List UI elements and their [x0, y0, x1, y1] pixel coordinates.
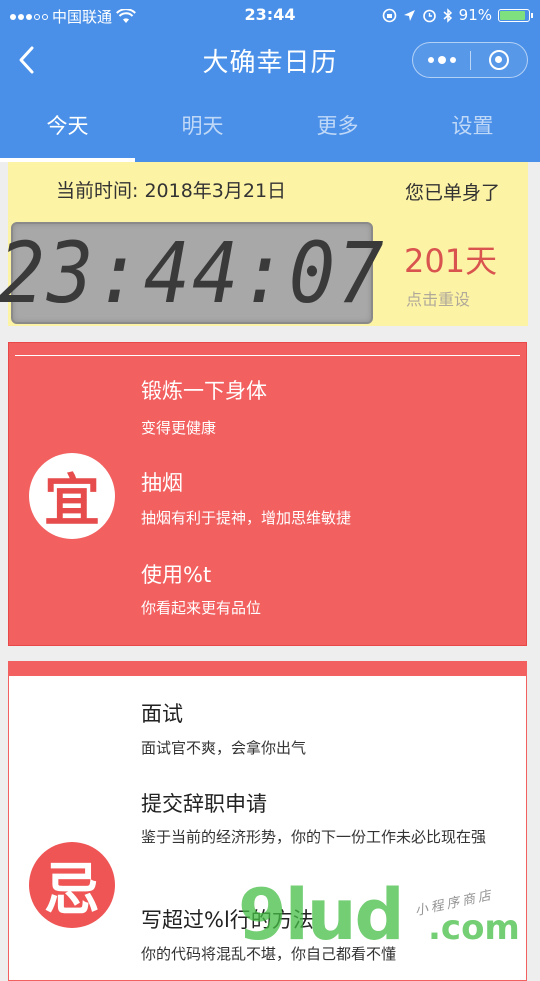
current-date: 当前时间: 2018年3月21日	[56, 180, 287, 202]
tab-more[interactable]: 更多	[270, 90, 405, 162]
bad-item-desc: 面试官不爽，会拿你出气	[141, 739, 307, 757]
date-panel: 当前时间: 2018年3月21日 您已单身了 23:44:07 201天 点击重…	[0, 162, 528, 326]
nav-bar: 大确幸日历	[0, 30, 540, 90]
clock-digits: 23:44:07	[0, 224, 386, 322]
tab-bar: 今天 明天 更多 设置	[0, 90, 540, 162]
more-button[interactable]	[413, 43, 470, 77]
battery-fill	[500, 10, 526, 20]
good-item-title: 抽烟	[141, 471, 183, 495]
more-dot-icon	[437, 56, 446, 64]
bad-item-desc: 鉴于当前的经济形势，你的下一份工作未必比现在强	[141, 828, 487, 846]
more-dot-icon	[449, 57, 456, 63]
single-label: 您已单身了	[404, 182, 500, 204]
yi-badge: 宜	[29, 453, 115, 539]
tab-settings[interactable]: 设置	[405, 90, 540, 162]
card-divider	[15, 355, 520, 356]
bad-item-desc: 你的代码将混乱不堪，你自己都看不懂	[141, 945, 397, 963]
good-item-title: 锻炼一下身体	[141, 379, 267, 403]
battery-icon	[498, 8, 533, 22]
status-bar: 中国联通 23:44 91%	[0, 0, 540, 30]
reset-button[interactable]: 点击重设	[406, 286, 470, 310]
more-dot-icon	[427, 57, 434, 63]
status-right: 91%	[382, 6, 533, 24]
tab-today[interactable]: 今天	[0, 90, 135, 162]
alarm-icon	[422, 9, 436, 22]
rotation-lock-icon	[382, 8, 396, 22]
single-days-count: 201天	[404, 242, 498, 280]
bad-item-title: 面试	[141, 702, 183, 726]
good-item-title: 使用%t	[141, 563, 212, 587]
location-icon	[403, 9, 415, 21]
close-button[interactable]	[470, 43, 527, 77]
bluetooth-icon	[443, 7, 452, 23]
good-card: 宜 锻炼一下身体 变得更健康 抽烟 抽烟有利于提神，增加思维敏捷 使用%t 你看…	[8, 342, 527, 646]
digital-clock: 23:44:07	[0, 222, 386, 324]
bad-item-title: 写超过%l行的方法	[141, 908, 314, 932]
bad-card: 忌 面试 面试官不爽，会拿你出气 提交辞职申请 鉴于当前的经济形势，你的下一份工…	[8, 661, 527, 981]
good-item-desc: 你看起来更有品位	[141, 599, 262, 617]
target-icon	[488, 50, 509, 70]
good-item-desc: 抽烟有利于提神，增加思维敏捷	[141, 509, 352, 527]
card-top-band	[9, 662, 526, 676]
ji-badge: 忌	[29, 842, 115, 928]
battery-percent: 91%	[458, 6, 492, 24]
good-item-desc: 变得更健康	[141, 419, 217, 437]
mini-program-capsule	[412, 42, 528, 78]
bad-item-title: 提交辞职申请	[141, 792, 267, 816]
tab-tomorrow[interactable]: 明天	[135, 90, 270, 162]
